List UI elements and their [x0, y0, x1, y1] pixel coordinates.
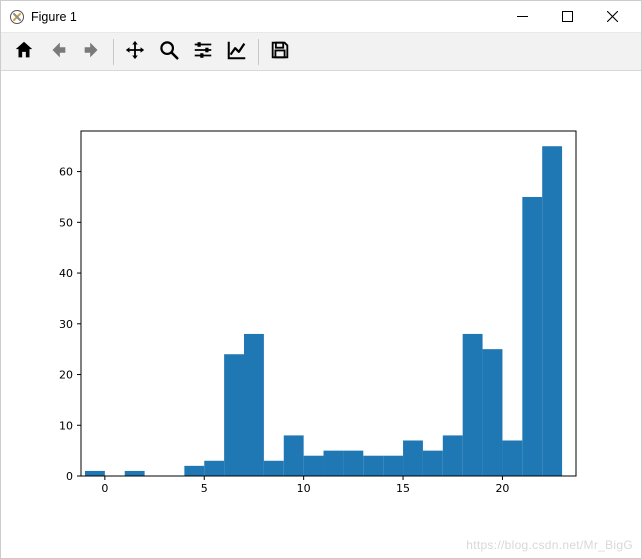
y-tick-label: 40: [59, 267, 73, 280]
bar: [204, 461, 224, 476]
bar: [224, 354, 244, 476]
bar: [244, 334, 264, 476]
bar: [542, 146, 562, 476]
matplotlib-toolbar: [1, 33, 641, 71]
x-tick-label: 20: [495, 482, 509, 495]
bar: [502, 440, 522, 476]
y-tick-label: 10: [59, 419, 73, 432]
bar: [284, 435, 304, 476]
x-tick-label: 5: [201, 482, 208, 495]
edit-axis-button[interactable]: [220, 36, 254, 68]
bar: [343, 451, 363, 476]
arrow-left-icon: [47, 39, 69, 64]
app-icon: [9, 9, 25, 25]
zoom-button[interactable]: [152, 36, 186, 68]
minimize-button[interactable]: [500, 3, 545, 31]
bar: [522, 197, 542, 476]
x-tick-label: 0: [101, 482, 108, 495]
home-button[interactable]: [7, 36, 41, 68]
toolbar-separator: [113, 39, 114, 65]
bar: [443, 435, 463, 476]
y-tick-label: 50: [59, 216, 73, 229]
bar: [363, 456, 383, 476]
bar: [85, 471, 105, 476]
toolbar-separator: [258, 39, 259, 65]
forward-button[interactable]: [75, 36, 109, 68]
bar: [125, 471, 145, 476]
window-title: Figure 1: [31, 10, 77, 24]
back-button[interactable]: [41, 36, 75, 68]
move-icon: [124, 39, 146, 64]
plot-canvas[interactable]: 051015200102030405060 https://blog.csdn.…: [1, 71, 641, 558]
y-tick-label: 30: [59, 318, 73, 331]
configure-subplots-button[interactable]: [186, 36, 220, 68]
zoom-icon: [158, 39, 180, 64]
bar: [264, 461, 284, 476]
x-tick-label: 15: [396, 482, 410, 495]
y-tick-label: 20: [59, 369, 73, 382]
sliders-icon: [192, 39, 214, 64]
maximize-button[interactable]: [545, 3, 590, 31]
close-button[interactable]: [590, 3, 635, 31]
bar: [324, 451, 344, 476]
y-tick-label: 0: [66, 470, 73, 483]
x-tick-label: 10: [297, 482, 311, 495]
save-icon: [269, 39, 291, 64]
histogram-plot: 0 5 10 15 20 0 10 20 30 40 50 60: [1, 71, 641, 558]
bar: [463, 334, 483, 476]
bar: [483, 349, 503, 476]
bar: [383, 456, 403, 476]
home-icon: [13, 39, 35, 64]
bar: [423, 451, 443, 476]
titlebar: Figure 1: [1, 1, 641, 33]
figure-window: Figure 1: [0, 0, 642, 559]
bar: [403, 440, 423, 476]
chart-line-icon: [226, 39, 248, 64]
pan-button[interactable]: [118, 36, 152, 68]
bar: [304, 456, 324, 476]
bar: [184, 466, 204, 476]
save-button[interactable]: [263, 36, 297, 68]
y-tick-label: 60: [59, 166, 73, 179]
arrow-right-icon: [81, 39, 103, 64]
